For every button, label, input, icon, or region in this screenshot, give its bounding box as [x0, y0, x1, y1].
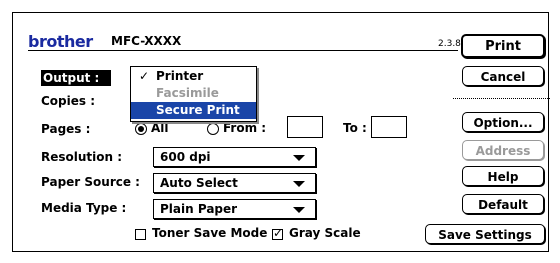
output-popup-menu: ✓ Printer Facsimile Secure Print	[130, 66, 257, 122]
to-page-field[interactable]	[371, 116, 407, 138]
menu-item-facsimile: Facsimile	[131, 85, 256, 102]
save-settings-button[interactable]: Save Settings	[425, 224, 545, 244]
toner-save-label[interactable]: Toner Save Mode	[152, 226, 267, 240]
paper-source-value: Auto Select	[160, 176, 238, 190]
media-type-select[interactable]: Plain Paper	[153, 199, 316, 219]
help-button[interactable]: Help	[462, 166, 544, 186]
button-separator	[453, 98, 550, 99]
output-label: Output :	[41, 70, 112, 86]
pages-from-radio[interactable]	[207, 123, 219, 135]
menu-item-label: Facsimile	[156, 86, 219, 100]
header-divider	[28, 50, 458, 51]
default-button[interactable]: Default	[462, 194, 544, 214]
pages-from-label[interactable]: From :	[223, 121, 266, 135]
option-button[interactable]: Option...	[462, 112, 544, 132]
address-button: Address	[462, 140, 544, 160]
brother-logo: brother	[28, 32, 93, 51]
gray-scale-checkbox[interactable]: ✓	[272, 226, 284, 240]
resolution-label: Resolution :	[41, 150, 123, 164]
toner-save-checkbox[interactable]	[135, 229, 146, 240]
print-button[interactable]: Print	[461, 34, 545, 58]
copies-label: Copies :	[41, 94, 96, 108]
menu-item-label: Printer	[156, 69, 204, 83]
resolution-value: 600 dpi	[160, 150, 211, 164]
pages-label: Pages :	[41, 122, 91, 136]
resolution-select[interactable]: 600 dpi	[153, 147, 316, 167]
pages-to-label: To :	[343, 121, 367, 135]
paper-source-select[interactable]: Auto Select	[153, 173, 316, 193]
check-icon: ✓	[273, 226, 284, 240]
pages-all-label[interactable]: All	[151, 121, 169, 135]
media-type-label: Media Type :	[41, 201, 127, 215]
menu-item-label: Secure Print	[156, 103, 240, 117]
gray-scale-label[interactable]: Gray Scale	[289, 226, 361, 240]
cancel-button[interactable]: Cancel	[462, 66, 544, 86]
pages-all-radio[interactable]	[135, 123, 147, 135]
triangle-down-icon	[293, 155, 305, 161]
triangle-down-icon	[293, 207, 305, 213]
paper-source-label: Paper Source :	[41, 175, 140, 189]
menu-item-printer[interactable]: ✓ Printer	[131, 68, 256, 85]
menu-item-secure-print[interactable]: Secure Print	[131, 102, 256, 119]
version-label: 2.3.8	[438, 39, 461, 49]
media-type-value: Plain Paper	[160, 202, 238, 216]
model-name: MFC-XXXX	[111, 34, 182, 48]
from-page-field[interactable]	[287, 116, 323, 138]
check-icon: ✓	[139, 69, 150, 83]
triangle-down-icon	[293, 181, 305, 187]
